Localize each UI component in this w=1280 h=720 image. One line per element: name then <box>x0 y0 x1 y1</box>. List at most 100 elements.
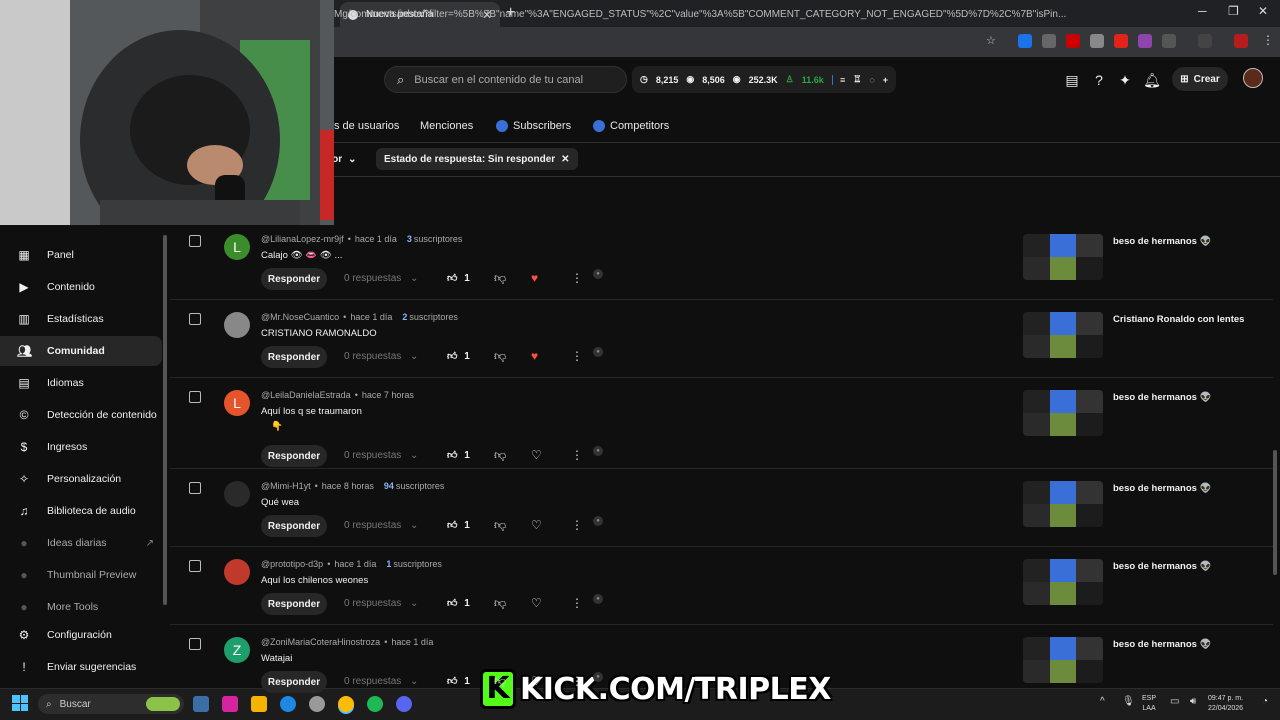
tab-competitors[interactable]: Competitors <box>593 120 669 132</box>
volume-icon[interactable]: 🔊︎ <box>1190 697 1196 707</box>
main-scrollbar[interactable] <box>1273 450 1277 575</box>
reply-button[interactable]: Responder <box>261 593 327 615</box>
close-icon[interactable]: ✕ <box>561 154 569 165</box>
clock[interactable]: 09:47 p. m. 22/04/2026 <box>1208 694 1243 714</box>
more-options-icon[interactable]: ⋮ <box>571 271 583 285</box>
sidebar-item-thumbnail-preview[interactable]: ● Thumbnail Preview <box>0 560 162 590</box>
dislike-icon[interactable]: 👎︎ <box>494 596 506 611</box>
comment-checkbox[interactable] <box>189 482 201 494</box>
comment-time[interactable]: hace 1 día <box>350 312 392 322</box>
add-icon[interactable]: + <box>883 75 888 85</box>
sidebar-item-biblioteca-de-audio[interactable]: ♫ Biblioteca de audio <box>0 496 162 526</box>
trophy-icon[interactable]: ♖ <box>853 74 861 85</box>
maximize-icon[interactable]: ❐ <box>1228 4 1239 18</box>
responses-dropdown[interactable]: 0 respuestas ⌄ <box>344 351 418 362</box>
extension-icon[interactable] <box>1234 34 1248 48</box>
dislike-icon[interactable]: 👎︎ <box>494 518 506 533</box>
comment-avatar[interactable] <box>224 312 250 338</box>
sparkle-icon[interactable]: ✦ <box>1116 71 1134 89</box>
window-close-icon[interactable]: ✕ <box>1258 4 1268 18</box>
extension-icon[interactable] <box>1018 34 1032 48</box>
sidebar-item-configuracion[interactable]: ⚙ Configuración <box>0 620 162 650</box>
more-options-icon[interactable]: ⋮ <box>571 674 583 688</box>
comment-checkbox[interactable] <box>189 313 201 325</box>
more-options-icon[interactable]: ⋮ <box>571 518 583 532</box>
sidebar-item-estadisticas[interactable]: ▥ Estadísticas <box>0 304 162 334</box>
url-field[interactable]: Mg/comments/inbox?filter=%5B%7B"name"%3A… <box>334 9 1066 20</box>
like-button[interactable]: 👍︎ 1 <box>447 272 470 284</box>
like-button[interactable]: 👍︎ 1 <box>447 449 470 461</box>
status-filter-chip[interactable]: Estado de respuesta: Sin responder ✕ <box>376 148 578 170</box>
sidebar-item-comunidad[interactable]: 👥︎ Comunidad <box>0 336 162 366</box>
reply-button[interactable]: Responder <box>261 268 327 290</box>
comment-time[interactable]: hace 1 día <box>391 637 433 647</box>
comment-avatar[interactable]: L <box>224 390 250 416</box>
minimize-icon[interactable]: ─ <box>1198 4 1207 18</box>
comment-time[interactable]: hace 7 horas <box>362 390 414 400</box>
edge-icon[interactable] <box>280 696 296 712</box>
video-thumbnail[interactable] <box>1023 637 1103 683</box>
instagram-icon[interactable] <box>222 696 238 712</box>
comment-author[interactable]: @ZoniMariaCoteraHinostroza <box>261 637 380 647</box>
heart-icon[interactable]: ♡ <box>531 674 542 688</box>
comment-time[interactable]: hace 1 día <box>334 559 376 569</box>
extension-icon[interactable] <box>1090 34 1104 48</box>
responses-dropdown[interactable]: 0 respuestas ⌄ <box>344 520 418 531</box>
like-button[interactable]: 👍︎ 1 <box>447 350 470 362</box>
video-thumbnail[interactable] <box>1023 234 1103 280</box>
comment-checkbox[interactable] <box>189 235 201 247</box>
dislike-icon[interactable]: 👎︎ <box>494 349 506 364</box>
extension-icon[interactable]: ● <box>593 347 603 357</box>
video-title[interactable]: beso de hermanos 👽 <box>1113 392 1211 403</box>
tab-mentions[interactable]: Menciones <box>420 120 473 132</box>
extension-icon[interactable]: ● <box>593 672 603 682</box>
sidebar-item-personalizacion[interactable]: ✧ Personalización <box>0 464 162 494</box>
create-button[interactable]: ⊞ Crear <box>1172 67 1228 91</box>
settings-app-icon[interactable] <box>309 696 325 712</box>
channel-search-input[interactable]: ⌕ Buscar en el contenido de tu canal <box>384 66 627 93</box>
reply-button[interactable]: Responder <box>261 671 327 693</box>
extension-icon[interactable] <box>1066 34 1080 48</box>
sidebar-item-enviar-sugerencias[interactable]: ! Enviar sugerencias <box>0 652 162 682</box>
chat-icon[interactable]: ◌ <box>869 75 874 85</box>
tab-user-comments[interactable]: s de usuarios <box>334 120 399 132</box>
responses-dropdown[interactable]: 0 respuestas ⌄ <box>344 598 418 609</box>
heart-icon[interactable]: ♥ <box>531 349 538 363</box>
video-title[interactable]: Cristiano Ronaldo con lentes <box>1113 314 1244 325</box>
wifi-icon[interactable]: ▭ <box>1170 697 1179 707</box>
sidebar-scrollbar[interactable] <box>163 235 167 605</box>
sidebar-item-ideas-diarias[interactable]: ● Ideas diarias ↗ <box>0 528 162 558</box>
responses-dropdown[interactable]: 0 respuestas ⌄ <box>344 676 418 687</box>
comment-avatar[interactable] <box>224 481 250 507</box>
discord-icon[interactable] <box>396 696 412 712</box>
captions-icon[interactable]: ▤ <box>1063 71 1081 89</box>
puzzle-icon[interactable] <box>1162 34 1176 48</box>
sidebar-item-panel[interactable]: ▦ Panel <box>0 240 162 270</box>
more-options-icon[interactable]: ⋮ <box>571 448 583 462</box>
video-title[interactable]: beso de hermanos 👽 <box>1113 236 1211 247</box>
tab-subscribers[interactable]: Subscribers <box>496 120 571 132</box>
sidebar-item-idiomas[interactable]: ▤ Idiomas <box>0 368 162 398</box>
responses-dropdown[interactable]: 0 respuestas ⌄ <box>344 273 418 284</box>
video-title[interactable]: beso de hermanos 👽 <box>1113 639 1211 650</box>
profile-icon[interactable] <box>1198 34 1212 48</box>
sidebar-item-more-tools[interactable]: ● More Tools <box>0 592 162 622</box>
dislike-icon[interactable]: 👎︎ <box>494 674 506 689</box>
browser-menu-icon[interactable]: ⋮ <box>1262 33 1274 47</box>
spotify-icon[interactable] <box>367 696 383 712</box>
heart-icon[interactable]: ♥ <box>531 271 538 285</box>
bell-icon[interactable]: 🔔︎ <box>1143 71 1161 89</box>
sidebar-item-contenido[interactable]: ▶ Contenido <box>0 272 162 302</box>
comment-author[interactable]: @Mimi-H1yt <box>261 481 311 491</box>
comment-time[interactable]: hace 1 día <box>355 234 397 244</box>
dislike-icon[interactable]: 👎︎ <box>494 271 506 286</box>
comment-checkbox[interactable] <box>189 391 201 403</box>
heart-icon[interactable]: ♡ <box>531 518 542 532</box>
tray-chevron-icon[interactable]: ^ <box>1100 697 1105 707</box>
responses-dropdown[interactable]: 0 respuestas ⌄ <box>344 450 418 461</box>
chrome-icon[interactable] <box>338 696 354 712</box>
comment-avatar[interactable] <box>224 559 250 585</box>
avatar[interactable] <box>1243 68 1263 88</box>
extension-icon[interactable]: ● <box>593 516 603 526</box>
extension-icon[interactable] <box>1114 34 1128 48</box>
